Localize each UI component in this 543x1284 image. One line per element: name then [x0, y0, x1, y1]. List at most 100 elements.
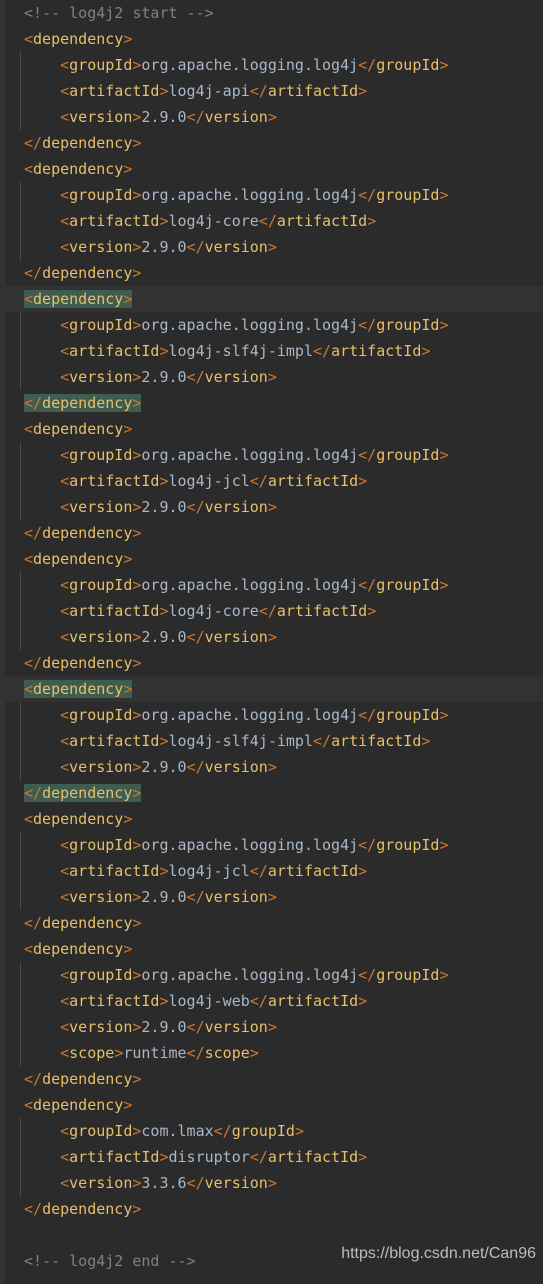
code-token: >: [159, 992, 169, 1010]
code-token: </: [249, 1148, 268, 1166]
code-line[interactable]: <artifactId>log4j-jcl</artifactId>: [0, 858, 543, 884]
code-line[interactable]: <artifactId>log4j-web</artifactId>: [0, 988, 543, 1014]
code-token: <: [24, 810, 34, 828]
code-line[interactable]: <version>2.9.0</version>: [0, 1014, 543, 1040]
code-line[interactable]: <version>2.9.0</version>: [0, 494, 543, 520]
code-token: >: [367, 212, 377, 230]
code-token: </: [358, 446, 377, 464]
code-token: org.apache.logging.log4j: [141, 706, 359, 724]
code-line[interactable]: </dependency>: [0, 260, 543, 286]
code-token: </: [186, 1174, 205, 1192]
code-token: >: [123, 940, 133, 958]
code-token: <: [60, 576, 70, 594]
code-line[interactable]: <groupId>org.apache.logging.log4j</group…: [0, 182, 543, 208]
code-line[interactable]: <groupId>org.apache.logging.log4j</group…: [0, 832, 543, 858]
code-token: artifactId: [69, 1148, 160, 1166]
code-token: log4j-core: [168, 212, 259, 230]
code-line[interactable]: <artifactId>log4j-slf4j-impl</artifactId…: [0, 338, 543, 364]
code-editor[interactable]: <!-- log4j2 start --> <dependency> <group…: [0, 0, 543, 1284]
code-line[interactable]: <groupId>org.apache.logging.log4j</group…: [0, 52, 543, 78]
code-token: groupId: [69, 186, 133, 204]
code-line[interactable]: <artifactId>log4j-slf4j-impl</artifactId…: [0, 728, 543, 754]
code-line[interactable]: </dependency>: [0, 650, 543, 676]
code-token: 2.9.0: [141, 238, 187, 256]
code-line[interactable]: </dependency>: [0, 520, 543, 546]
code-line[interactable]: <dependency>: [0, 936, 543, 962]
code-token: 2.9.0: [141, 758, 187, 776]
code-token: groupId: [69, 576, 133, 594]
code-line[interactable]: <dependency>: [0, 546, 543, 572]
code-token: 2.9.0: [141, 1018, 187, 1036]
code-token: version: [204, 1174, 268, 1192]
code-line[interactable]: <version>2.9.0</version>: [0, 624, 543, 650]
code-line[interactable]: <groupId>org.apache.logging.log4j</group…: [0, 962, 543, 988]
code-token: </: [186, 888, 205, 906]
code-line[interactable]: <version>2.9.0</version>: [0, 234, 543, 260]
code-token: scope: [69, 1044, 115, 1062]
code-line[interactable]: <groupId>org.apache.logging.log4j</group…: [0, 572, 543, 598]
code-token: artifactId: [267, 82, 359, 100]
code-token: >: [114, 1044, 124, 1062]
code-line[interactable]: <version>2.9.0</version>: [0, 884, 543, 910]
code-line[interactable]: </dependency>: [0, 1066, 543, 1092]
code-line[interactable]: </dependency>: [0, 1196, 543, 1222]
code-line[interactable]: <dependency>: [0, 26, 543, 52]
code-line[interactable]: <dependency>: [0, 286, 543, 312]
code-token: dependency: [33, 680, 124, 698]
code-line[interactable]: <artifactId>log4j-core</artifactId>: [0, 598, 543, 624]
code-token: <: [60, 56, 70, 74]
code-token: dependency: [33, 550, 124, 568]
code-line[interactable]: <dependency>: [0, 1092, 543, 1118]
code-line[interactable]: <version>3.3.6</version>: [0, 1170, 543, 1196]
code-token: groupId: [231, 1122, 295, 1140]
code-token: artifactId: [267, 472, 359, 490]
code-token: artifactId: [267, 1148, 359, 1166]
code-line[interactable]: <scope>runtime</scope>: [0, 1040, 543, 1066]
code-token: >: [132, 134, 142, 152]
code-line[interactable]: <dependency>: [0, 676, 543, 702]
code-line[interactable]: <groupId>org.apache.logging.log4j</group…: [0, 702, 543, 728]
code-token: <: [24, 940, 34, 958]
code-token: dependency: [42, 784, 133, 802]
code-token: dependency: [42, 1070, 133, 1088]
code-line[interactable]: <!-- log4j2 start -->: [0, 0, 543, 26]
code-line[interactable]: <groupId>org.apache.logging.log4j</group…: [0, 312, 543, 338]
code-line[interactable]: <dependency>: [0, 806, 543, 832]
code-line[interactable]: <version>2.9.0</version>: [0, 364, 543, 390]
code-content-area[interactable]: <!-- log4j2 start --> <dependency> <group…: [0, 0, 543, 1284]
code-line[interactable]: </dependency>: [0, 390, 543, 416]
code-token: </: [358, 966, 377, 984]
code-token: <: [60, 758, 70, 776]
code-line[interactable]: <dependency>: [0, 416, 543, 442]
code-line[interactable]: </dependency>: [0, 780, 543, 806]
code-line[interactable]: <artifactId>log4j-jcl</artifactId>: [0, 468, 543, 494]
code-token: </: [186, 368, 205, 386]
code-line[interactable]: <version>2.9.0</version>: [0, 104, 543, 130]
code-token: artifactId: [267, 862, 359, 880]
code-token: dependency: [33, 420, 124, 438]
code-token: <: [60, 706, 70, 724]
code-token: groupId: [69, 836, 133, 854]
code-line[interactable]: </dependency>: [0, 910, 543, 936]
code-token: version: [69, 498, 133, 516]
code-token: </: [249, 992, 268, 1010]
code-line[interactable]: <artifactId>disruptor</artifactId>: [0, 1144, 543, 1170]
code-line[interactable]: <dependency>: [0, 156, 543, 182]
editor-left-gutter: [0, 0, 5, 1284]
code-token: >: [358, 992, 368, 1010]
code-line[interactable]: <artifactId>log4j-api</artifactId>: [0, 78, 543, 104]
code-token: groupId: [376, 706, 440, 724]
code-line[interactable]: <version>2.9.0</version>: [0, 754, 543, 780]
code-line[interactable]: </dependency>: [0, 130, 543, 156]
code-line[interactable]: <groupId>com.lmax</groupId>: [0, 1118, 543, 1144]
code-token: <!-- log4j2 end -->: [24, 1252, 196, 1270]
code-line[interactable]: <artifactId>log4j-core</artifactId>: [0, 208, 543, 234]
code-token: <: [60, 186, 70, 204]
code-line[interactable]: <groupId>org.apache.logging.log4j</group…: [0, 442, 543, 468]
code-token: >: [267, 628, 277, 646]
